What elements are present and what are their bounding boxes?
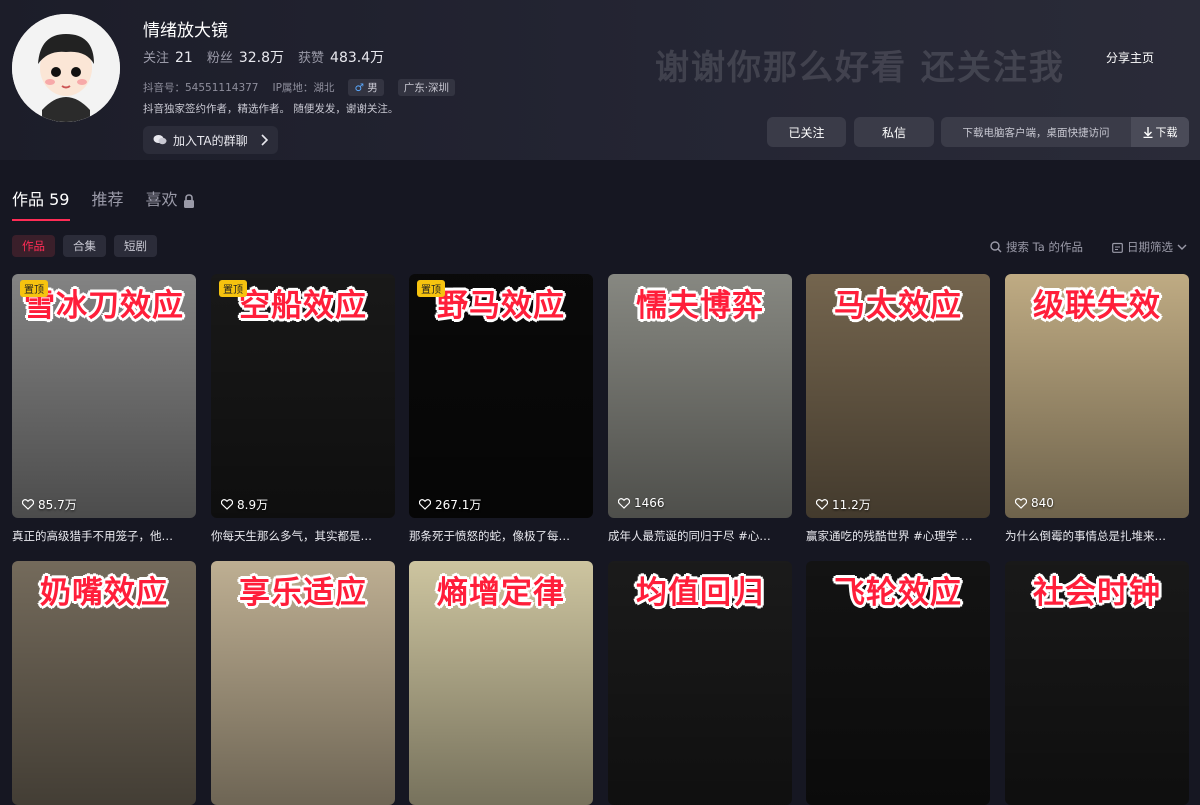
followed-button[interactable]: 已关注 bbox=[767, 117, 846, 147]
video-thumbnail[interactable]: 级联失效 840 bbox=[1005, 274, 1189, 518]
heart-icon bbox=[22, 499, 34, 510]
video-caption[interactable]: 成年人最荒诞的同归于尽 #心… bbox=[608, 528, 792, 544]
heart-icon bbox=[221, 499, 233, 510]
video-caption[interactable]: 真正的高级猎手不用笼子，他… bbox=[12, 528, 196, 544]
tab-works[interactable]: 作品 59 bbox=[12, 186, 69, 210]
heart-icon bbox=[816, 499, 828, 510]
content-filter-chips: 作品 合集 短剧 bbox=[12, 235, 157, 257]
video-thumbnail[interactable]: 均值回归 bbox=[608, 561, 792, 805]
video-caption[interactable]: 你每天生那么多气，其实都是… bbox=[211, 528, 395, 544]
video-title-overlay: 飞轮效应 bbox=[834, 575, 962, 611]
video-title-overlay: 奶嘴效应 bbox=[40, 575, 168, 611]
banner-text: 谢谢你那么好看 还关注我 bbox=[655, 48, 1065, 88]
video-thumbnail[interactable]: 马太效应 11.2万 bbox=[806, 274, 990, 518]
video-caption[interactable]: 为什么倒霉的事情总是扎堆来… bbox=[1005, 528, 1189, 544]
video-like-count: 8.9万 bbox=[221, 496, 268, 513]
calendar-icon bbox=[1112, 242, 1123, 253]
profile-bio: 抖音独家签约作者，精选作者。 随便发发，谢谢关注。 bbox=[143, 103, 399, 115]
avatar[interactable] bbox=[12, 14, 120, 122]
profile-header: 谢谢你那么好看 还关注我 情绪放大镜 关注 21 粉丝 32.8万 获赞 483.4万… bbox=[0, 0, 1200, 160]
male-icon: ♂ bbox=[354, 82, 364, 94]
lock-icon bbox=[183, 193, 195, 208]
chip-collections[interactable]: 合集 bbox=[63, 235, 106, 257]
video-caption[interactable]: 那条死于愤怒的蛇，像极了每… bbox=[409, 528, 593, 544]
profile-meta: 抖音号：54551114377 IP属地：湖北 ♂ 男 广东·深圳 bbox=[143, 79, 456, 96]
video-thumbnail[interactable]: 奶嘴效应 bbox=[12, 561, 196, 805]
tab-recommend[interactable]: 推荐 bbox=[91, 186, 123, 210]
pinned-badge: 置顶 bbox=[219, 280, 247, 297]
video-title-overlay: 均值回归 bbox=[636, 575, 764, 611]
video-like-count: 267.1万 bbox=[419, 496, 481, 513]
region-tag: 广东·深圳 bbox=[397, 79, 456, 96]
username: 情绪放大镜 bbox=[143, 21, 228, 41]
video-thumbnail[interactable]: 空船效应 置顶 8.9万 bbox=[211, 274, 395, 518]
share-profile-link[interactable]: 分享主页 bbox=[1106, 49, 1154, 66]
profile-tabs: 作品 59 推荐 喜欢 bbox=[12, 186, 195, 210]
ip-location: IP属地：湖北 bbox=[272, 82, 335, 94]
video-thumbnail[interactable]: 懦夫博弈 1466 bbox=[608, 274, 792, 518]
chevron-down-icon bbox=[1177, 244, 1187, 251]
heart-icon bbox=[1015, 497, 1027, 509]
video-like-count: 840 bbox=[1015, 496, 1054, 510]
video-like-count: 11.2万 bbox=[816, 496, 871, 513]
video-title-overlay: 熵增定律 bbox=[437, 575, 565, 611]
video-thumbnail[interactable]: 社会时钟 bbox=[1005, 561, 1189, 805]
heart-icon bbox=[419, 499, 431, 510]
video-title-overlay: 级联失效 bbox=[1033, 288, 1161, 324]
active-tab-indicator bbox=[12, 219, 70, 221]
download-button[interactable]: 下载 bbox=[1131, 117, 1189, 147]
video-thumbnail[interactable]: 飞轮效应 bbox=[806, 561, 990, 805]
gender-tag: ♂ 男 bbox=[348, 79, 384, 96]
join-group-chat-button[interactable]: 加入TA的群聊 bbox=[143, 126, 278, 154]
profile-stats: 关注 21 粉丝 32.8万 获赞 483.4万 bbox=[143, 47, 384, 67]
video-like-count: 85.7万 bbox=[22, 496, 77, 513]
stat-followers[interactable]: 粉丝 32.8万 bbox=[207, 47, 284, 67]
heart-icon bbox=[618, 497, 630, 509]
video-title-overlay: 马太效应 bbox=[834, 288, 962, 324]
pinned-badge: 置顶 bbox=[417, 280, 445, 297]
video-title-overlay: 懦夫博弈 bbox=[636, 288, 764, 324]
stat-likes: 获赞 483.4万 bbox=[298, 50, 385, 66]
tab-likes[interactable]: 喜欢 bbox=[145, 186, 194, 210]
download-client-banner: 下载电脑客户端，桌面快捷访问 下载 bbox=[941, 117, 1189, 147]
video-thumbnail[interactable]: 享乐适应 bbox=[211, 561, 395, 805]
search-icon bbox=[990, 241, 1002, 253]
chip-short-dramas[interactable]: 短剧 bbox=[114, 235, 157, 257]
video-like-count: 1466 bbox=[618, 496, 665, 510]
chat-icon bbox=[153, 133, 167, 147]
pinned-badge: 置顶 bbox=[20, 280, 48, 297]
stat-following[interactable]: 关注 21 bbox=[143, 47, 193, 67]
date-filter-dropdown[interactable]: 日期筛选 bbox=[1112, 239, 1187, 255]
douyin-id: 抖音号：54551114377 bbox=[143, 82, 259, 94]
chip-works[interactable]: 作品 bbox=[12, 235, 55, 257]
video-thumbnail[interactable]: 雪冰刀效应 置顶 85.7万 bbox=[12, 274, 196, 518]
video-thumbnail[interactable]: 熵增定律 bbox=[409, 561, 593, 805]
video-caption[interactable]: 赢家通吃的残酷世界 #心理学 … bbox=[806, 528, 990, 544]
video-title-overlay: 享乐适应 bbox=[239, 575, 367, 611]
download-icon bbox=[1143, 126, 1153, 138]
search-works-input[interactable]: 搜索 Ta 的作品 bbox=[990, 239, 1083, 255]
chevron-right-icon bbox=[260, 134, 268, 146]
message-button[interactable]: 私信 bbox=[854, 117, 934, 147]
video-title-overlay: 社会时钟 bbox=[1033, 575, 1161, 611]
video-thumbnail[interactable]: 野马效应 置顶 267.1万 bbox=[409, 274, 593, 518]
download-client-text: 下载电脑客户端，桌面快捷访问 bbox=[962, 126, 1110, 139]
